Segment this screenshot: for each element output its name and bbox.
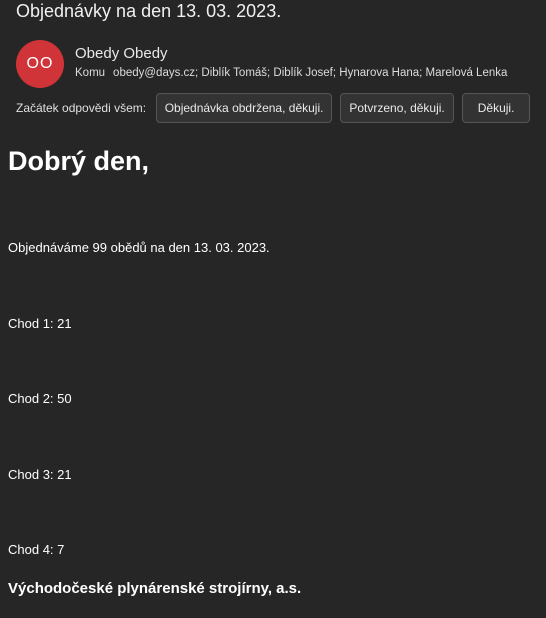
quick-reply-label: Začátek odpovědi všem: xyxy=(16,101,147,115)
quick-reply-button-order-received[interactable]: Objednávka obdržena, děkuji. xyxy=(156,93,333,123)
body-greeting: Dobrý den, xyxy=(8,146,150,176)
course-line-2: Chod 2: 50 xyxy=(8,391,72,406)
quick-reply-bar: Začátek odpovědi všem: Objednávka obdrže… xyxy=(16,92,538,124)
to-label: Komu xyxy=(75,67,106,79)
course-line-1: Chod 1: 21 xyxy=(8,316,72,331)
email-subject: Objednávky na den 13. 03. 2023. xyxy=(16,1,282,21)
sender-name[interactable]: Obedy Obedy xyxy=(75,45,168,62)
course-line-4: Chod 4: 7 xyxy=(8,542,65,557)
body-intro: Objednáváme 99 obědů na den 13. 03. 2023… xyxy=(8,240,270,255)
course-line-3: Chod 3: 21 xyxy=(8,467,72,482)
body-signature: Východočeské plynárenské strojírny, a.s. xyxy=(8,580,302,597)
quick-reply-button-confirmed[interactable]: Potvrzeno, děkuji. xyxy=(340,93,455,123)
recipients-list[interactable]: obedy@days.cz; Diblík Tomáš; Diblík Jose… xyxy=(113,67,507,79)
email-reading-pane: Objednávky na den 13. 03. 2023. OO Obedy… xyxy=(0,0,546,618)
recipients-line: Komu obedy@days.cz; Diblík Tomáš; Diblík … xyxy=(75,67,507,79)
sender-initials: OO xyxy=(26,55,54,72)
sender-avatar[interactable]: OO xyxy=(16,40,64,88)
quick-reply-button-thanks[interactable]: Děkuji. xyxy=(462,93,531,123)
